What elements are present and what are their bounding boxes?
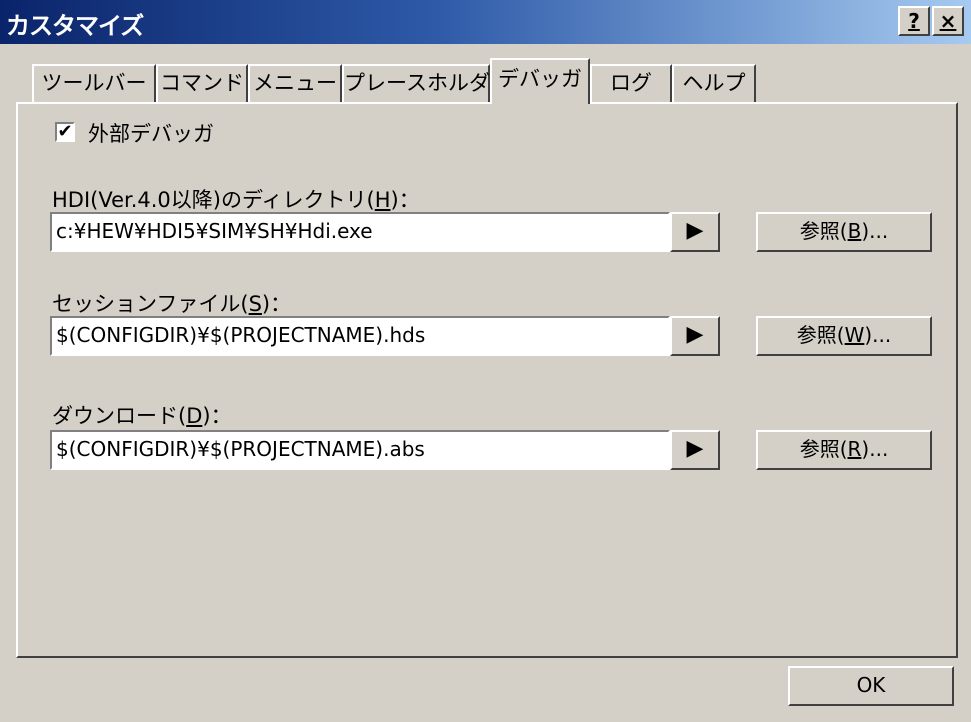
title-bar: カスタマイズ ? ×: [0, 0, 971, 44]
hdi-browse-button[interactable]: 参照(B)...: [756, 212, 932, 252]
tab-command[interactable]: コマンド: [156, 64, 248, 102]
window-title: カスタマイズ: [6, 12, 144, 40]
help-icon: ?: [908, 9, 920, 33]
close-button[interactable]: ×: [932, 6, 964, 36]
tab-log[interactable]: ログ: [590, 64, 672, 102]
play-arrow-icon: ▶: [686, 322, 704, 347]
close-icon: ×: [939, 9, 957, 33]
session-file-input[interactable]: $(CONFIGDIR)¥$(PROJECTNAME).hds: [50, 316, 670, 356]
tab-debugger[interactable]: デバッガ: [490, 58, 590, 104]
customize-dialog: カスタマイズ ? × ツールバー コマンド メニュー プレースホルダ デバッガ …: [0, 0, 971, 722]
download-browse-button[interactable]: 参照(R)...: [756, 430, 932, 470]
tab-toolbar[interactable]: ツールバー: [32, 64, 156, 102]
download-input[interactable]: $(CONFIGDIR)¥$(PROJECTNAME).abs: [50, 430, 670, 470]
play-arrow-icon: ▶: [686, 436, 704, 461]
external-debugger-label: 外部デバッガ: [88, 122, 214, 146]
hdi-macro-button[interactable]: ▶: [670, 212, 720, 252]
download-macro-button[interactable]: ▶: [670, 430, 720, 470]
external-debugger-checkbox[interactable]: ✔: [55, 122, 75, 142]
session-browse-button[interactable]: 参照(W)...: [756, 316, 932, 356]
play-arrow-icon: ▶: [686, 218, 704, 243]
ok-button[interactable]: OK: [788, 666, 954, 706]
tab-help[interactable]: ヘルプ: [672, 64, 756, 102]
download-label: ダウンロード(D)：: [52, 404, 232, 428]
session-file-label: セッションファイル(S)：: [52, 292, 292, 316]
hdi-directory-input[interactable]: c:¥HEW¥HDI5¥SIM¥SH¥Hdi.exe: [50, 212, 670, 252]
tab-placeholder[interactable]: プレースホルダ: [342, 64, 490, 102]
tab-menu[interactable]: メニュー: [248, 64, 342, 102]
hdi-directory-label: HDI(Ver.4.0以降)のディレクトリ(H)：: [52, 188, 420, 212]
help-button[interactable]: ?: [898, 6, 930, 36]
session-macro-button[interactable]: ▶: [670, 316, 720, 356]
